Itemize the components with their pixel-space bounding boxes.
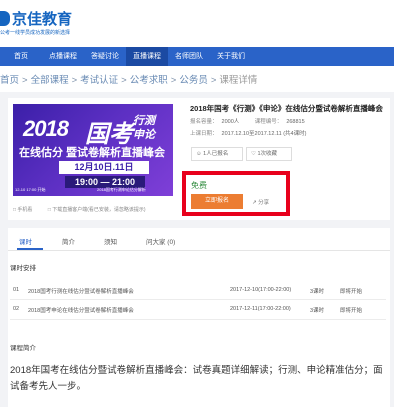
- capacity-label: 报名容量：: [190, 119, 218, 125]
- banner-small-right: 2018国考行测申论估分解析: [97, 187, 146, 192]
- row-time: 2017-12-10(17:00-22:00): [230, 287, 292, 293]
- breadcrumb-separator: >: [210, 75, 217, 86]
- mobile-watch-link[interactable]: 手机看: [17, 207, 32, 213]
- banner-date: 12月10日.11日: [59, 161, 149, 174]
- breadcrumb-current: 课程详情: [219, 75, 258, 86]
- row-name: 2018国考行测在线估分暨试卷解析直播峰会: [28, 289, 134, 295]
- breadcrumb-separator: >: [170, 75, 177, 86]
- nav-item-teachers[interactable]: 名师团队: [168, 47, 210, 66]
- breadcrumb-civil-job[interactable]: 公考求职: [130, 75, 168, 86]
- course-card-footer: □ 手机看 □ 下载直播客户端(看已安装，请忽略该提示): [13, 206, 146, 213]
- row-time: 2017-12-11(17:00-22:00): [230, 306, 291, 312]
- course-banner-image: 2018 国考 行测 申论 在线估分 暨试卷解析直播峰会 12月10日.11日 …: [13, 104, 173, 196]
- date-value: 2017.12.10至2017.12.11 (共4课时): [221, 131, 307, 137]
- favorite-label: 1次收藏: [257, 151, 278, 157]
- logo[interactable]: 京佳教育 公考一线学员成功发展的新选择: [0, 5, 120, 36]
- row-name: 2018国考申论在线估分暨试卷解析直播峰会: [28, 308, 134, 314]
- enrolled-label: 1人已报名: [203, 151, 229, 157]
- breadcrumb-exam-cert[interactable]: 考试认证: [80, 75, 118, 86]
- banner-subtitle: 在线估分 暨试卷解析直播峰会: [19, 147, 166, 159]
- row-divider: [10, 319, 386, 320]
- capacity-value: 2000人: [221, 119, 240, 125]
- nav-item-home[interactable]: 首页: [0, 47, 42, 66]
- breadcrumb: 首页 > 全部课程 > 考试认证 > 公考求职 > 公务员 > 课程详情: [0, 72, 394, 86]
- nav-item-about[interactable]: 关于我们: [210, 47, 252, 66]
- row-status: 即将开始: [340, 308, 363, 314]
- row-status: 即将开始: [340, 289, 363, 295]
- row-divider: [10, 299, 386, 300]
- person-icon: ☺: [196, 151, 202, 157]
- main-nav: 首页 点播课程 答疑讨论 直播课程 名师团队 关于我们: [0, 47, 394, 66]
- intro-text: 2018年国考在线估分暨试卷解析直播峰会：试卷真题详细解读；行测、申论精准估分；…: [10, 365, 383, 392]
- nav-item-vod-courses[interactable]: 点播课程: [42, 47, 84, 66]
- row-duration: 3课时: [310, 289, 325, 295]
- breadcrumb-all-courses[interactable]: 全部课程: [31, 75, 69, 86]
- brand-name: 京佳教育: [12, 11, 73, 28]
- brand-slogan: 公考一线学员成功发展的新选择: [0, 30, 71, 36]
- breadcrumb-separator: >: [121, 75, 127, 86]
- nav-item-live-courses[interactable]: 直播课程: [126, 47, 168, 66]
- download-client-link[interactable]: 下载直播客户端(看已安装，请忽略该提示): [52, 207, 145, 213]
- banner-small-left: 12-10 17:00 开始: [15, 187, 46, 192]
- tab-questions[interactable]: 问大家 (0): [146, 236, 175, 246]
- tab-notice[interactable]: 须知: [104, 236, 117, 246]
- breadcrumb-home[interactable]: 首页: [0, 75, 19, 86]
- phone-icon: □: [13, 207, 17, 213]
- banner-tag-shenlun: 申论: [133, 129, 155, 141]
- date-label: 上课日期：: [190, 131, 218, 137]
- row-number: 02: [13, 306, 20, 312]
- course-id-label: 课程编号：: [254, 119, 283, 125]
- logo-mark-icon: [0, 11, 10, 26]
- tab-intro[interactable]: 简介: [62, 236, 75, 246]
- highlight-annotation-box: [182, 171, 290, 216]
- course-title: 2018年国考《行测》《申论》在线估分暨试卷解析直播峰会: [190, 104, 383, 113]
- breadcrumb-separator: >: [22, 75, 28, 86]
- nav-item-qa[interactable]: 答疑讨论: [84, 47, 126, 66]
- download-icon: □: [47, 207, 51, 213]
- schedule-title: 课时安排: [10, 265, 36, 272]
- course-meta-capacity: 报名容量： 2000人 课程编号： 268815: [190, 117, 305, 125]
- breadcrumb-separator: >: [71, 75, 78, 86]
- breadcrumb-civil-servant[interactable]: 公务员: [179, 75, 208, 86]
- heart-icon: ♡: [251, 151, 256, 157]
- row-duration: 3课时: [310, 308, 325, 314]
- row-number: 01: [13, 287, 20, 293]
- course-meta-date: 上课日期： 2017.12.10至2017.12.11 (共4课时): [190, 129, 306, 137]
- course-id-value: 268815: [286, 119, 305, 125]
- intro-title: 课程简介: [10, 345, 36, 352]
- schedule-row[interactable]: 02 2018国考申论在线估分暨试卷解析直播峰会 2017-12-11(17:0…: [10, 306, 386, 320]
- tabs-divider: [8, 250, 390, 251]
- enrolled-count-button[interactable]: ☺ 1人已报名: [191, 147, 243, 161]
- tab-lessons[interactable]: 课时: [19, 236, 32, 246]
- favorite-button[interactable]: ♡ 1次收藏: [246, 147, 292, 161]
- banner-year: 2018: [23, 116, 69, 141]
